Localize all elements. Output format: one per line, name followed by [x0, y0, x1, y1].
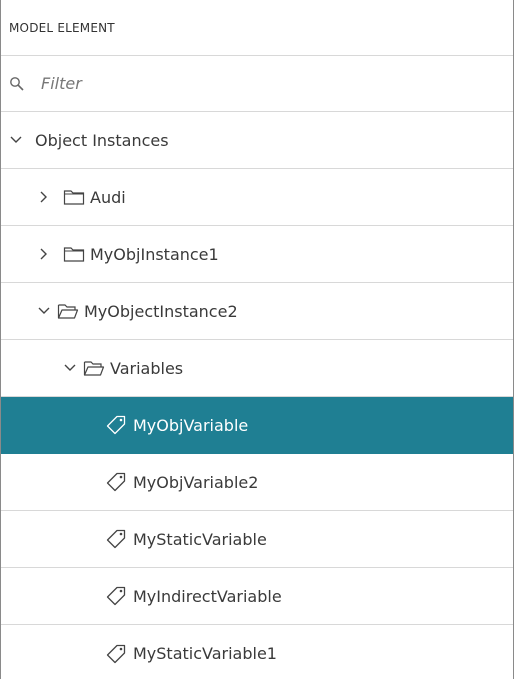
- chevron-down-icon[interactable]: [37, 304, 51, 318]
- tree-item-label: MyObjectInstance2: [84, 301, 238, 321]
- tree-item-label: MyIndirectVariable: [133, 586, 282, 606]
- tree-item-myobjectinstance2[interactable]: MyObjectInstance2: [1, 283, 513, 340]
- tag-icon: [106, 586, 126, 606]
- folder-icon: [63, 247, 85, 262]
- chevron-right-icon[interactable]: [37, 190, 51, 204]
- tree-item-mystaticvariable[interactable]: MyStaticVariable: [1, 511, 513, 568]
- tree-item-label: Object Instances: [35, 130, 169, 150]
- tree-item-label: MyStaticVariable1: [133, 644, 277, 663]
- tree-item-myobjvariable2[interactable]: MyObjVariable2: [1, 454, 513, 511]
- tree-item-label: Variables: [110, 358, 184, 378]
- folder-open-icon: [57, 304, 79, 319]
- tree-item-label: MyObjVariable: [133, 415, 249, 435]
- panel-title: MODEL ELEMENT: [9, 20, 115, 35]
- search-icon: [10, 76, 24, 91]
- tag-icon: [106, 415, 126, 435]
- tag-icon: [106, 644, 126, 663]
- tree-item-object-instances[interactable]: Object Instances: [1, 112, 513, 169]
- tree-item-myobjinstance1[interactable]: MyObjInstance1: [1, 226, 513, 283]
- tree-item-myobjvariable[interactable]: MyObjVariable: [1, 397, 513, 454]
- tree-item-myindirectvariable[interactable]: MyIndirectVariable: [1, 568, 513, 625]
- folder-open-icon: [83, 361, 105, 376]
- folder-icon: [63, 190, 85, 205]
- tree-item-label: MyObjInstance1: [90, 244, 219, 264]
- chevron-right-icon[interactable]: [37, 247, 51, 261]
- panel-header: MODEL ELEMENT: [1, 0, 513, 56]
- tree-item-variables[interactable]: Variables: [1, 340, 513, 397]
- tree-item-label: Audi: [90, 187, 126, 207]
- tag-icon: [106, 529, 126, 549]
- chevron-down-icon[interactable]: [9, 133, 23, 147]
- tree-item-mystaticvariable1[interactable]: MyStaticVariable1: [1, 625, 513, 682]
- tree-item-label: MyObjVariable2: [133, 472, 259, 492]
- chevron-down-icon[interactable]: [63, 361, 77, 375]
- filter-input[interactable]: [41, 74, 341, 93]
- tree-item-audi[interactable]: Audi: [1, 169, 513, 226]
- filter-row: [1, 56, 513, 112]
- tag-icon: [106, 472, 126, 492]
- model-element-panel: MODEL ELEMENT Object Instances Audi: [0, 0, 514, 679]
- tree-item-label: MyStaticVariable: [133, 529, 267, 549]
